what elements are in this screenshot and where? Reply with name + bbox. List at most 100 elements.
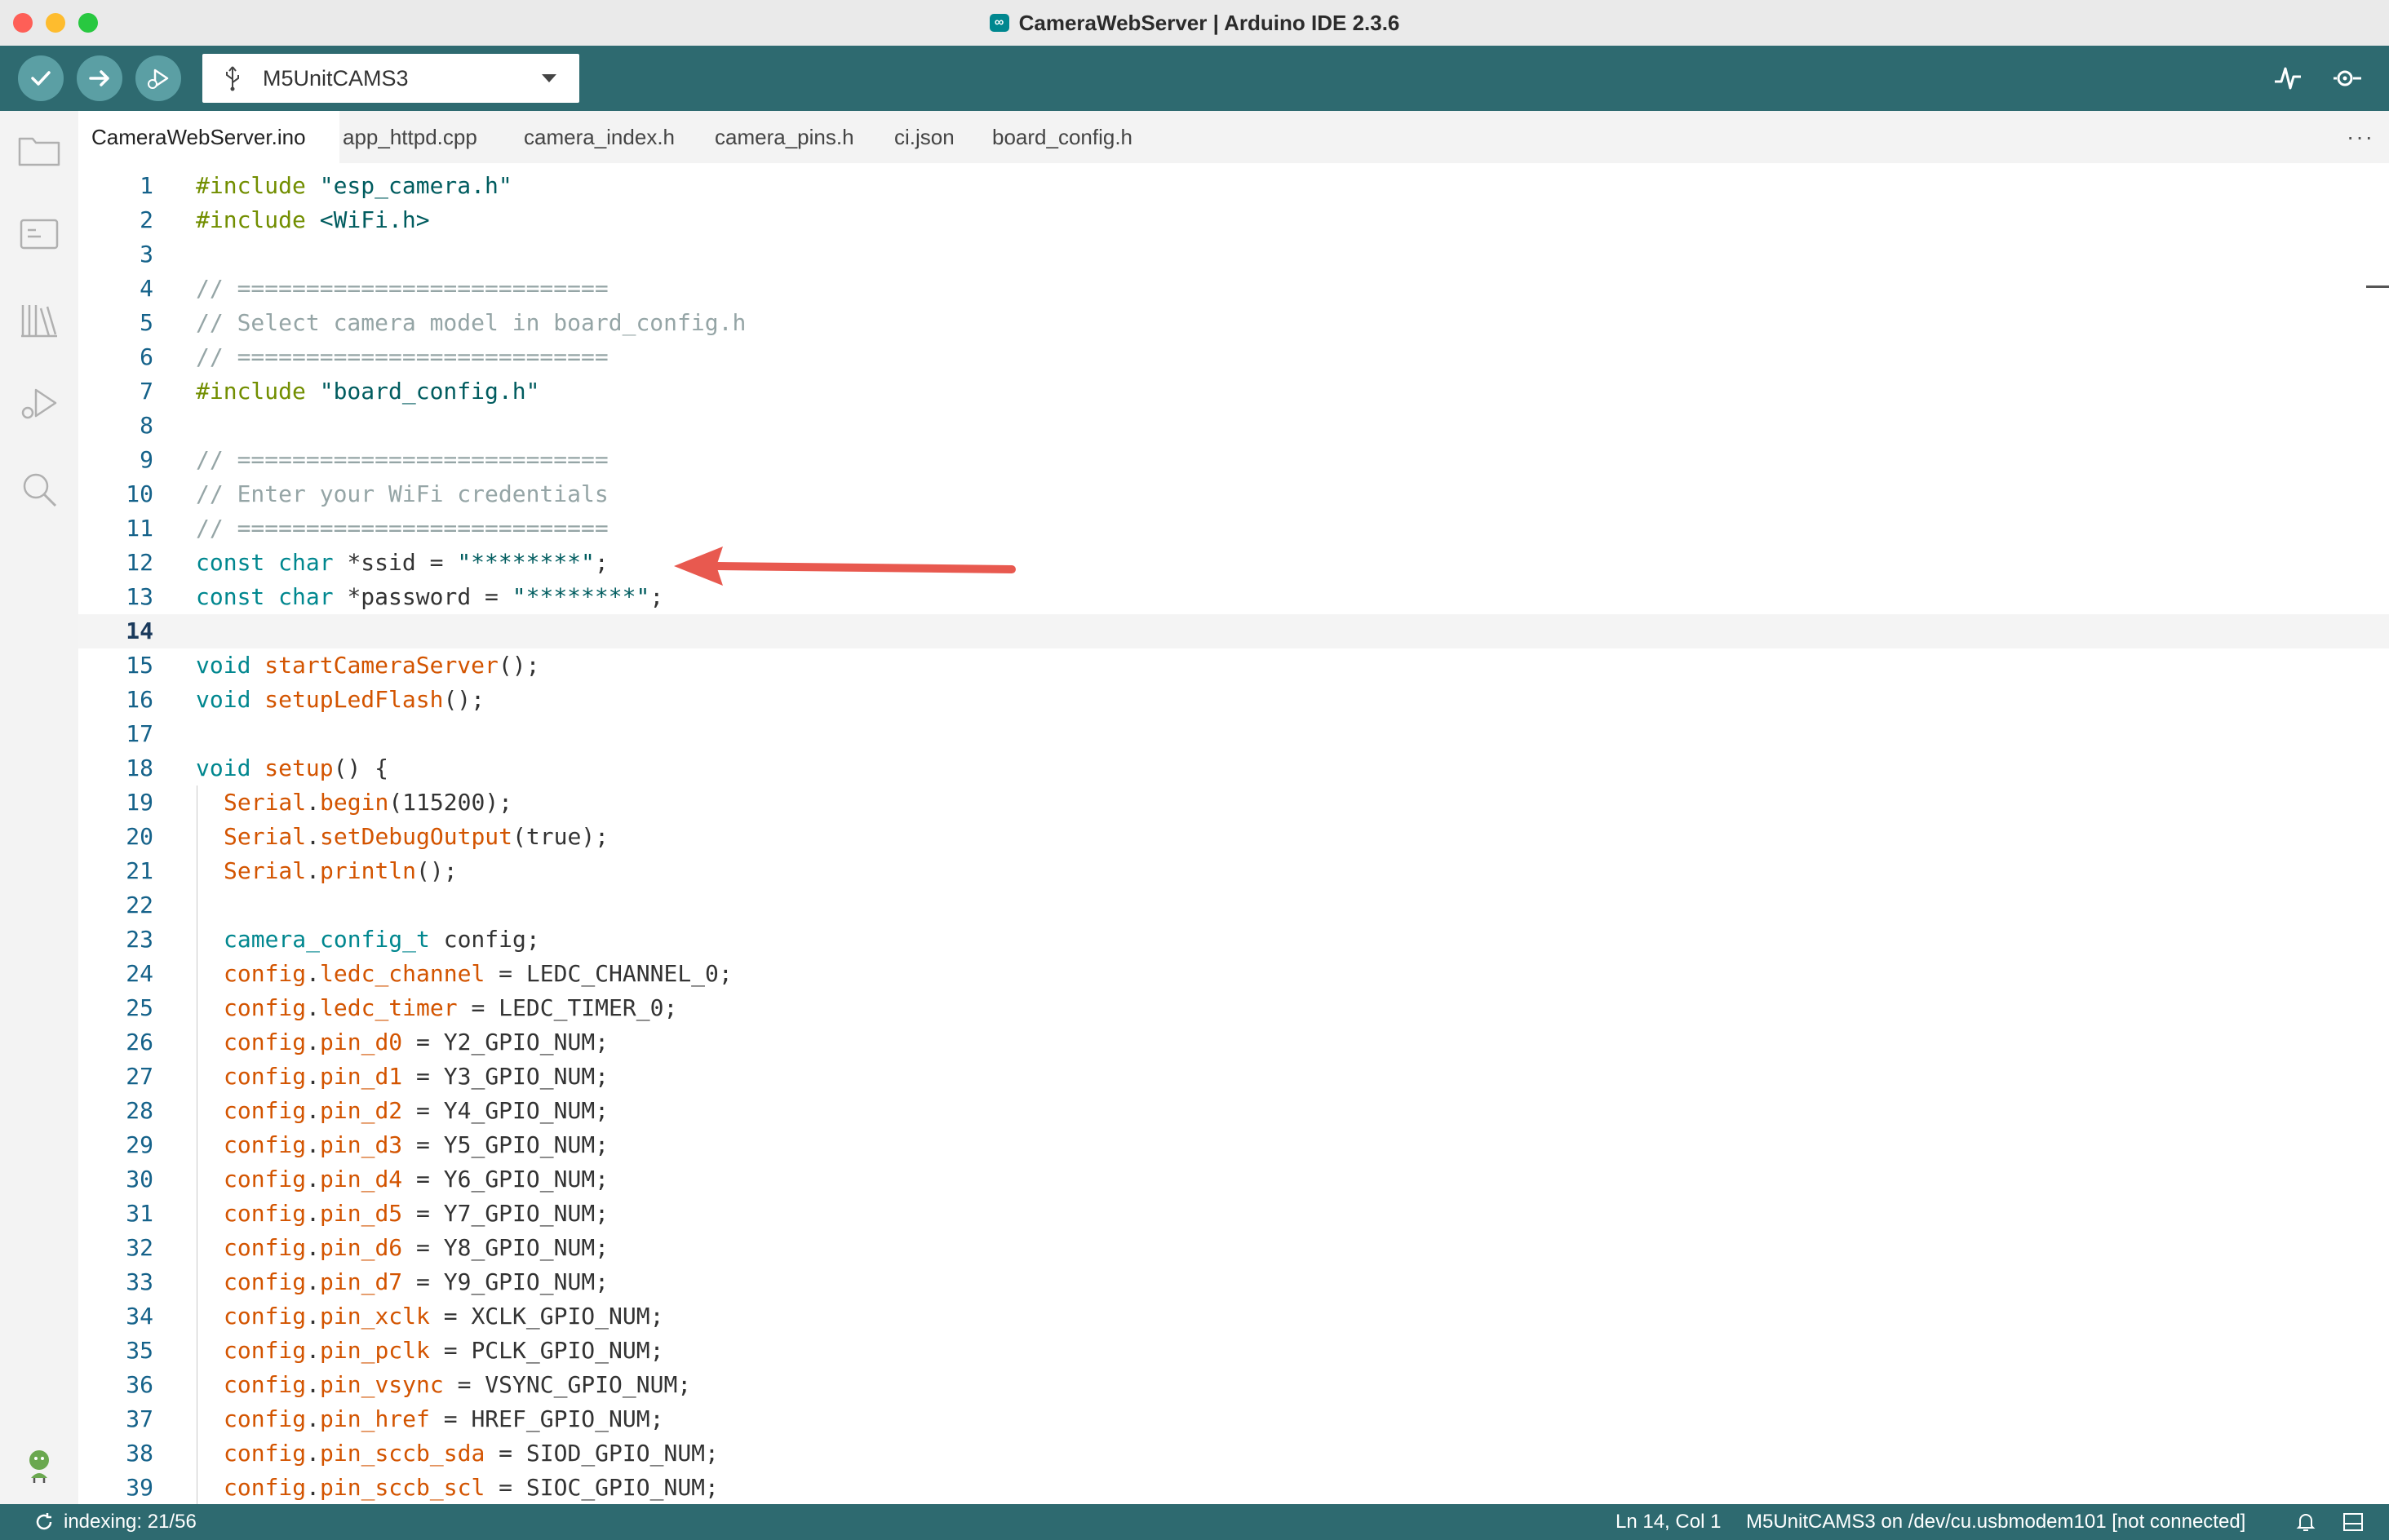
code-line[interactable]: 24 config.ledc_channel = LEDC_CHANNEL_0; (78, 957, 2389, 991)
code-text: void setupLedFlash(); (196, 683, 485, 717)
code-text: // =========================== (196, 340, 609, 374)
code-token: config (224, 1440, 307, 1467)
code-line[interactable]: 4 // =========================== (78, 272, 2389, 306)
code-token: = Y3_GPIO_NUM; (402, 1063, 609, 1090)
code-line[interactable]: 11 // =========================== (78, 511, 2389, 546)
tab-ci-json[interactable]: ci.json (894, 111, 955, 163)
more-tabs-button[interactable]: ··· (2347, 124, 2374, 150)
debug-button[interactable] (135, 55, 181, 101)
line-number: 31 (126, 1200, 153, 1227)
code-token: . (306, 960, 321, 987)
code-token: pin_d6 (320, 1234, 403, 1261)
tab-camerawebserver-ino[interactable]: CameraWebServer.ino (78, 111, 339, 163)
code-line[interactable]: 27 config.pin_d1 = Y3_GPIO_NUM; (78, 1060, 2389, 1094)
code-line[interactable]: 18 void setup() { (78, 751, 2389, 785)
code-line[interactable]: 30 config.pin_d4 = Y6_GPIO_NUM; (78, 1162, 2389, 1197)
panel-toggle-icon[interactable] (2342, 1511, 2365, 1533)
code-line[interactable]: 3 (78, 237, 2389, 272)
code-text: config.pin_xclk = XCLK_GPIO_NUM; (224, 1299, 663, 1334)
code-line[interactable]: 15 void startCameraServer(); (78, 648, 2389, 683)
profile-button[interactable] (16, 1442, 62, 1488)
code-token: // =========================== (196, 343, 609, 370)
code-text: config.pin_d1 = Y3_GPIO_NUM; (224, 1060, 609, 1094)
code-line[interactable]: 12 const char *ssid = "********"; (78, 546, 2389, 580)
serial-plotter-icon[interactable] (2272, 62, 2304, 95)
code-token: config (224, 1131, 307, 1158)
tab-board-config-h[interactable]: board_config.h (992, 111, 1132, 163)
code-line[interactable]: 36 config.pin_vsync = VSYNC_GPIO_NUM; (78, 1368, 2389, 1402)
code-text: config.pin_href = HREF_GPIO_NUM; (224, 1402, 663, 1436)
code-editor[interactable]: 1 #include "esp_camera.h" 2 #include <WiFi.… (78, 163, 2389, 1505)
code-line[interactable]: 32 config.pin_d6 = Y8_GPIO_NUM; (78, 1231, 2389, 1265)
code-line[interactable]: 13 const char *password = "********"; (78, 580, 2389, 614)
board-selector[interactable]: M5UnitCAMS3 (202, 54, 579, 103)
code-token: const (196, 583, 279, 610)
sketchbook-button[interactable] (16, 127, 62, 173)
code-line[interactable]: 7 #include "board_config.h" (78, 374, 2389, 409)
debug-panel-button[interactable] (16, 382, 62, 427)
code-token: config (224, 1234, 307, 1261)
upload-button[interactable] (77, 55, 122, 101)
boards-manager-button[interactable] (16, 212, 62, 258)
code-line[interactable]: 34 config.pin_xclk = XCLK_GPIO_NUM; (78, 1299, 2389, 1334)
code-token: void (196, 686, 265, 713)
code-token: = Y5_GPIO_NUM; (402, 1131, 609, 1158)
cursor-position[interactable]: Ln 14, Col 1 (1616, 1504, 1721, 1540)
code-text: const char *password = "********"; (196, 580, 663, 614)
maximize-window-button[interactable] (78, 13, 98, 33)
library-manager-button[interactable] (16, 297, 62, 343)
code-text: Serial.begin(115200); (224, 785, 512, 820)
code-line[interactable]: 31 config.pin_d5 = Y7_GPIO_NUM; (78, 1197, 2389, 1231)
code-line[interactable]: 17 (78, 717, 2389, 751)
code-token: . (306, 1337, 321, 1364)
code-token: pin_sccb_sda (320, 1440, 485, 1467)
code-line[interactable]: 23 camera_config_t config; (78, 923, 2389, 957)
annotation-arrow (674, 547, 1016, 586)
code-token: setup (264, 755, 334, 781)
code-line[interactable]: 5 // Select camera model in board_config.… (78, 306, 2389, 340)
code-text: config.pin_d3 = Y5_GPIO_NUM; (224, 1128, 609, 1162)
line-number: 5 (140, 309, 153, 336)
code-line[interactable]: 20 Serial.setDebugOutput(true); (78, 820, 2389, 854)
code-line[interactable]: 8 (78, 409, 2389, 443)
code-line[interactable]: 16 void setupLedFlash(); (78, 683, 2389, 717)
minimize-window-button[interactable] (46, 13, 65, 33)
chevron-down-icon (542, 74, 556, 82)
code-line[interactable]: 37 config.pin_href = HREF_GPIO_NUM; (78, 1402, 2389, 1436)
code-token: (true); (512, 823, 609, 850)
tab-app-httpd-cpp[interactable]: app_httpd.cpp (343, 111, 477, 163)
tab-camera-index-h[interactable]: camera_index.h (524, 111, 675, 163)
code-line[interactable]: 22 (78, 888, 2389, 923)
board-connection-status[interactable]: M5UnitCAMS3 on /dev/cu.usbmodem101 [not … (1746, 1504, 2245, 1540)
code-line[interactable]: 26 config.pin_d0 = Y2_GPIO_NUM; (78, 1025, 2389, 1060)
code-text: // =========================== (196, 272, 609, 306)
code-line[interactable]: 38 config.pin_sccb_sda = SIOD_GPIO_NUM; (78, 1436, 2389, 1471)
code-line[interactable]: 6 // =========================== (78, 340, 2389, 374)
code-line[interactable]: 25 config.ledc_timer = LEDC_TIMER_0; (78, 991, 2389, 1025)
bell-icon[interactable] (2294, 1511, 2317, 1533)
verify-button[interactable] (18, 55, 64, 101)
code-line[interactable]: 35 config.pin_pclk = PCLK_GPIO_NUM; (78, 1334, 2389, 1368)
code-line[interactable]: 33 config.pin_d7 = Y9_GPIO_NUM; (78, 1265, 2389, 1299)
close-window-button[interactable] (13, 13, 33, 33)
arduino-app-icon: ∞ (989, 14, 1009, 32)
code-token: char (278, 549, 348, 576)
code-line[interactable]: 39 config.pin_sccb_scl = SIOC_GPIO_NUM; (78, 1471, 2389, 1505)
code-line[interactable]: 9 // =========================== (78, 443, 2389, 477)
code-line[interactable]: 19 Serial.begin(115200); (78, 785, 2389, 820)
code-token: void (196, 652, 265, 679)
code-line[interactable]: 28 config.pin_d2 = Y4_GPIO_NUM; (78, 1094, 2389, 1128)
code-line[interactable]: 2 #include <WiFi.h> (78, 203, 2389, 237)
tab-camera-pins-h[interactable]: camera_pins.h (715, 111, 854, 163)
code-line[interactable]: 10 // Enter your WiFi credentials (78, 477, 2389, 511)
code-token: "esp_camera.h" (319, 172, 512, 199)
code-token: ledc_timer (320, 994, 458, 1021)
serial-monitor-icon[interactable] (2330, 62, 2363, 95)
code-token: pin_d4 (320, 1166, 403, 1193)
code-line[interactable]: 1 #include "esp_camera.h" (78, 169, 2389, 203)
code-line[interactable]: 29 config.pin_d3 = Y5_GPIO_NUM; (78, 1128, 2389, 1162)
code-line[interactable]: 21 Serial.println(); (78, 854, 2389, 888)
code-line[interactable]: 14 (78, 614, 2389, 648)
search-button[interactable] (16, 467, 62, 512)
line-number: 28 (126, 1097, 153, 1124)
